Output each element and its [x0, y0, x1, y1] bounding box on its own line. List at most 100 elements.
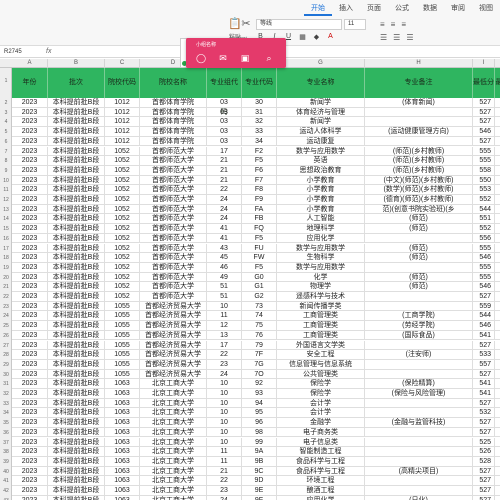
table-cell[interactable]: 51 [207, 292, 242, 302]
header-cell[interactable]: 院校代码 [105, 68, 140, 98]
table-cell[interactable]: 23 [207, 486, 242, 496]
table-cell[interactable]: 21660 [495, 282, 500, 292]
table-cell[interactable]: 25551 [495, 476, 500, 486]
table-cell[interactable]: 2023 [12, 456, 48, 467]
table-cell[interactable]: 本科提前批B段 [48, 301, 105, 312]
table-cell[interactable]: 本科提前批B段 [48, 427, 105, 438]
table-cell[interactable]: 本科提前批B段 [48, 98, 105, 108]
table-cell[interactable]: 2023 [12, 233, 48, 244]
table-cell[interactable]: 2023 [12, 98, 48, 108]
table-cell[interactable]: 本科提前批B段 [48, 107, 105, 118]
table-cell[interactable]: 首都体育学院 [140, 127, 207, 137]
table-cell[interactable] [365, 301, 473, 312]
table-cell[interactable]: FQ [242, 224, 277, 234]
table-cell[interactable]: FB [242, 214, 277, 225]
table-cell[interactable]: 25551 [495, 98, 500, 108]
table-cell[interactable]: 本科提前批B段 [48, 117, 105, 128]
table-cell[interactable]: 本科提前批B段 [48, 456, 105, 467]
table-cell[interactable]: 思想政治教育 [277, 165, 365, 176]
table-cell[interactable]: 首都体育学院 [140, 98, 207, 108]
table-cell[interactable]: 体育经济与管理 [277, 107, 365, 118]
table-cell[interactable]: 首都体育学院 [140, 107, 207, 118]
table-cell[interactable]: 1052 [105, 146, 140, 157]
table-cell[interactable]: 34 [242, 136, 277, 147]
table-cell[interactable]: 9B [242, 456, 277, 467]
table-cell[interactable]: 527 [473, 136, 495, 147]
table-cell[interactable]: 2023 [12, 466, 48, 477]
table-cell[interactable]: 24 [207, 495, 242, 500]
table-cell[interactable]: 电子信息类 [277, 437, 365, 448]
table-cell[interactable]: 新闻传播学类 [277, 301, 365, 312]
row-number[interactable]: 3 [0, 110, 12, 116]
table-cell[interactable]: FA [242, 204, 277, 215]
table-cell[interactable]: 北京工商大学 [140, 427, 207, 438]
table-cell[interactable]: 工商管理类 [277, 311, 365, 322]
table-cell[interactable]: 9C [242, 466, 277, 477]
table-cell[interactable]: 2023 [12, 350, 48, 360]
table-cell[interactable]: 1063 [105, 379, 140, 389]
table-cell[interactable]: 本科提前批B段 [48, 204, 105, 215]
table-cell[interactable]: (工商学院) [365, 311, 473, 322]
table-cell[interactable]: 1063 [105, 495, 140, 500]
table-cell[interactable]: 英语 [277, 156, 365, 166]
table-cell[interactable]: 546 [473, 127, 495, 137]
header-cell[interactable]: 最低位次 [495, 68, 500, 98]
table-cell[interactable]: 22 [207, 350, 242, 360]
table-cell[interactable]: 智能制造工程 [277, 447, 365, 457]
table-cell[interactable]: 25772 [495, 447, 500, 457]
table-cell[interactable]: 首都师范大学 [140, 243, 207, 254]
table-cell[interactable]: 2023 [12, 398, 48, 409]
table-cell[interactable]: 1052 [105, 243, 140, 254]
table-cell[interactable]: 22217 [495, 389, 500, 399]
table-cell[interactable]: (数学)(师范)(乡村教师) [365, 185, 473, 195]
table-cell[interactable]: 本科提前批B段 [48, 495, 105, 500]
table-cell[interactable]: 556 [473, 233, 495, 244]
table-cell[interactable]: 527 [473, 398, 495, 409]
table-cell[interactable]: 9D [242, 476, 277, 486]
table-cell[interactable]: 北京工商大学 [140, 389, 207, 399]
search-icon[interactable]: ⌕ [262, 52, 276, 64]
table-cell[interactable]: 25551 [495, 117, 500, 128]
table-cell[interactable]: 92 [242, 379, 277, 389]
table-cell[interactable]: 10 [207, 301, 242, 312]
table-cell[interactable]: 2023 [12, 262, 48, 273]
table-cell[interactable]: 527 [473, 495, 495, 500]
table-cell[interactable]: 527 [473, 476, 495, 486]
table-cell[interactable]: (劳经学院) [365, 321, 473, 331]
table-cell[interactable]: 2023 [12, 136, 48, 147]
table-cell[interactable]: 1063 [105, 389, 140, 399]
table-cell[interactable]: 41 [207, 233, 242, 244]
font-name-select[interactable]: 等线 [256, 19, 342, 30]
table-cell[interactable]: F5 [242, 233, 277, 244]
table-cell[interactable]: 生物科学 [277, 253, 365, 263]
table-cell[interactable]: 1012 [105, 136, 140, 147]
table-cell[interactable]: 25084 [495, 408, 500, 419]
table-cell[interactable]: 19920 [495, 185, 500, 195]
table-cell[interactable] [365, 456, 473, 467]
table-cell[interactable]: 2023 [12, 311, 48, 322]
table-cell[interactable]: 1055 [105, 321, 140, 331]
table-cell[interactable]: 528 [473, 456, 495, 467]
chat-icon[interactable]: ◯ [194, 52, 208, 64]
table-cell[interactable]: 2023 [12, 185, 48, 195]
table-cell[interactable]: 20197 [495, 244, 500, 254]
row-number[interactable]: 20 [0, 275, 12, 281]
row-number[interactable]: 16 [0, 236, 12, 242]
table-cell[interactable]: 公共管理类 [277, 369, 365, 380]
table-cell[interactable]: 19320 [495, 156, 500, 166]
table-cell[interactable]: (注安师) [365, 350, 473, 360]
ribbon-tab[interactable]: 页面 [360, 2, 388, 16]
table-cell[interactable]: 电子商务类 [277, 427, 365, 438]
table-cell[interactable]: 2023 [12, 340, 48, 351]
table-cell[interactable]: 1052 [105, 175, 140, 186]
table-cell[interactable]: 酿酒工程 [277, 486, 365, 496]
table-cell[interactable]: 550 [473, 175, 495, 186]
table-cell[interactable]: 北京工商大学 [140, 379, 207, 389]
table-cell[interactable]: 7G [242, 359, 277, 370]
table-cell[interactable]: 527 [473, 427, 495, 438]
table-cell[interactable]: 19320 [495, 147, 500, 157]
table-cell[interactable]: 03 [207, 98, 242, 108]
align-left-icon[interactable]: ☰ [380, 33, 387, 42]
table-cell[interactable]: 本科提前批B段 [48, 272, 105, 283]
table-cell[interactable]: 03 [207, 107, 242, 118]
